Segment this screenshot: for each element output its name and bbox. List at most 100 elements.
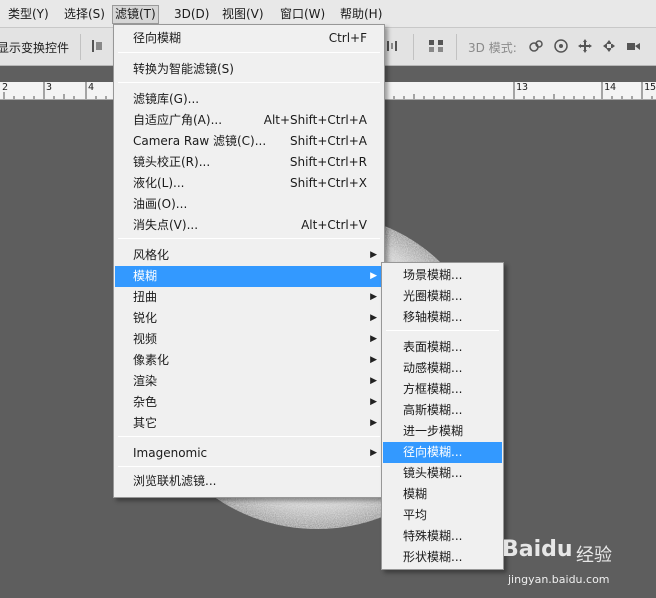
menu-window[interactable]: 窗口(W)	[278, 5, 327, 24]
menu-view[interactable]: 视图(V)	[220, 5, 266, 24]
menu-item-browse-online-filters[interactable]: 浏览联机滤镜...	[115, 471, 383, 492]
menu-item-lens-correction[interactable]: 镜头校正(R)... Shift+Ctrl+R	[115, 152, 383, 173]
ruler-number: 13	[516, 82, 529, 93]
menu-item-sharpen[interactable]: 锐化 ▶	[115, 308, 383, 329]
menu-item-vanishing-point[interactable]: 消失点(V)... Alt+Ctrl+V	[115, 215, 383, 236]
menu-filter[interactable]: 滤镜(T)	[112, 5, 159, 24]
menu-item-other[interactable]: 其它 ▶	[115, 413, 383, 434]
submenu-arrow-icon: ▶	[370, 250, 377, 260]
menu-item-label: 特殊模糊...	[403, 529, 463, 543]
submenu-item-gaussian-blur[interactable]: 高斯模糊...	[383, 400, 502, 421]
submenu-item-box-blur[interactable]: 方框模糊...	[383, 379, 502, 400]
options-divider	[413, 34, 414, 60]
menu-item-label: 镜头模糊...	[403, 466, 463, 480]
menu-item-label: 平均	[403, 508, 428, 522]
menu-item-label: Imagenomic	[133, 446, 208, 460]
menu-item-camera-raw[interactable]: Camera Raw 滤镜(C)... Shift+Ctrl+A	[115, 131, 383, 152]
slide-3d-icon[interactable]	[601, 38, 617, 54]
submenu-item-tilt-shift[interactable]: 移轴模糊...	[383, 307, 502, 328]
menu-separator	[386, 330, 499, 331]
watermark-experience-text: 经验	[576, 545, 612, 566]
menu-item-label: 扭曲	[133, 290, 158, 304]
submenu-item-blur[interactable]: 模糊	[383, 484, 502, 505]
submenu-item-blur-more[interactable]: 进一步模糊	[383, 421, 502, 442]
distribute-spacing-icon[interactable]	[428, 38, 444, 54]
menu-item-oil-paint[interactable]: 油画(O)...	[115, 194, 383, 215]
menu-item-imagenomic[interactable]: Imagenomic ▶	[115, 443, 383, 464]
menu-item-label: 形状模糊...	[403, 550, 463, 564]
submenu-item-lens-blur[interactable]: 镜头模糊...	[383, 463, 502, 484]
pan-3d-icon[interactable]	[577, 38, 593, 54]
submenu-item-radial-blur[interactable]: 径向模糊...	[383, 442, 502, 463]
menu-item-label: 径向模糊...	[403, 445, 463, 459]
filter-menu: 径向模糊 Ctrl+F 转换为智能滤镜(S) 滤镜库(G)... 自适应广角(A…	[113, 24, 385, 498]
menu-separator	[118, 238, 380, 239]
menu-item-shortcut: Shift+Ctrl+R	[289, 155, 367, 169]
menu-item-label: 锐化	[133, 311, 158, 325]
menu-item-noise[interactable]: 杂色 ▶	[115, 392, 383, 413]
menu-item-label: 表面模糊...	[403, 340, 463, 354]
menu-item-label: 进一步模糊	[403, 424, 464, 438]
show-transform-controls[interactable]: 显示变换控件	[0, 39, 69, 56]
distribute-icon[interactable]	[386, 38, 402, 54]
menu-help[interactable]: 帮助(H)	[338, 5, 384, 24]
submenu-item-motion-blur[interactable]: 动感模糊...	[383, 358, 502, 379]
menu-item-shortcut: Alt+Ctrl+V	[301, 218, 367, 232]
menu-item-label: 模糊	[403, 487, 428, 501]
menu-item-convert-smart-filter[interactable]: 转换为智能滤镜(S)	[115, 59, 383, 80]
ruler-number: 15	[644, 82, 656, 93]
menu-item-label: 移轴模糊...	[403, 310, 463, 324]
baidu-jingyan-watermark: Baidu 经验 jingyan.baidu.com	[498, 533, 656, 597]
menu-item-filter-gallery[interactable]: 滤镜库(G)...	[115, 89, 383, 110]
align-left-icon[interactable]	[90, 38, 106, 54]
menu-item-stylize[interactable]: 风格化 ▶	[115, 245, 383, 266]
submenu-arrow-icon: ▶	[370, 376, 377, 386]
menu-item-label: 光圈模糊...	[403, 289, 463, 303]
rotate-3d-icon[interactable]	[528, 38, 544, 54]
menu-separator	[118, 52, 380, 53]
menu-item-adaptive-wide-angle[interactable]: 自适应广角(A)... Alt+Shift+Ctrl+A	[115, 110, 383, 131]
menu-item-label: 镜头校正(R)...	[133, 155, 211, 169]
options-divider	[456, 34, 457, 60]
menu-item-shortcut: Ctrl+F	[328, 31, 367, 45]
blur-submenu: 场景模糊... 光圈模糊... 移轴模糊... 表面模糊... 动感模糊... …	[381, 262, 504, 570]
submenu-item-surface-blur[interactable]: 表面模糊...	[383, 337, 502, 358]
submenu-arrow-icon: ▶	[370, 397, 377, 407]
menu-item-label: 浏览联机滤镜...	[133, 474, 217, 488]
menu-item-blur[interactable]: 模糊 ▶	[115, 266, 383, 287]
submenu-arrow-icon: ▶	[370, 355, 377, 365]
submenu-item-smart-blur[interactable]: 特殊模糊...	[383, 526, 502, 547]
menu-item-render[interactable]: 渲染 ▶	[115, 371, 383, 392]
submenu-item-field-blur[interactable]: 场景模糊...	[383, 265, 502, 286]
submenu-item-iris-blur[interactable]: 光圈模糊...	[383, 286, 502, 307]
menu-type[interactable]: 类型(Y)	[6, 5, 51, 24]
menu-item-label: 视频	[133, 332, 158, 346]
menu-item-last-filter[interactable]: 径向模糊 Ctrl+F	[115, 28, 383, 49]
menu-item-label: 自适应广角(A)...	[133, 113, 223, 127]
baidu-logo: Baidu	[502, 537, 573, 562]
menu-3d[interactable]: 3D(D)	[172, 5, 211, 24]
menu-item-label: 消失点(V)...	[133, 218, 199, 232]
menu-item-label: 液化(L)...	[133, 176, 185, 190]
watermark-url: jingyan.baidu.com	[508, 573, 610, 586]
menu-separator	[118, 436, 380, 437]
menu-item-label: 其它	[133, 416, 158, 430]
menu-item-video[interactable]: 视频 ▶	[115, 329, 383, 350]
menu-item-pixelate[interactable]: 像素化 ▶	[115, 350, 383, 371]
menu-item-label: Camera Raw 滤镜(C)...	[133, 134, 267, 148]
menu-item-liquify[interactable]: 液化(L)... Shift+Ctrl+X	[115, 173, 383, 194]
menu-item-shortcut: Alt+Shift+Ctrl+A	[263, 113, 367, 127]
submenu-item-shape-blur[interactable]: 形状模糊...	[383, 547, 502, 568]
submenu-item-average[interactable]: 平均	[383, 505, 502, 526]
roll-3d-icon[interactable]	[553, 38, 569, 54]
submenu-arrow-icon: ▶	[370, 334, 377, 344]
menu-select[interactable]: 选择(S)	[62, 5, 107, 24]
menu-item-label: 转换为智能滤镜(S)	[133, 62, 234, 76]
menu-item-distort[interactable]: 扭曲 ▶	[115, 287, 383, 308]
mode-3d-label: 3D 模式:	[468, 41, 517, 55]
menu-item-label: 模糊	[133, 269, 158, 283]
menu-item-shortcut: Shift+Ctrl+X	[290, 176, 367, 190]
menu-item-label: 动感模糊...	[403, 361, 463, 375]
menu-separator	[118, 466, 380, 467]
scale-3d-icon[interactable]	[625, 38, 641, 54]
